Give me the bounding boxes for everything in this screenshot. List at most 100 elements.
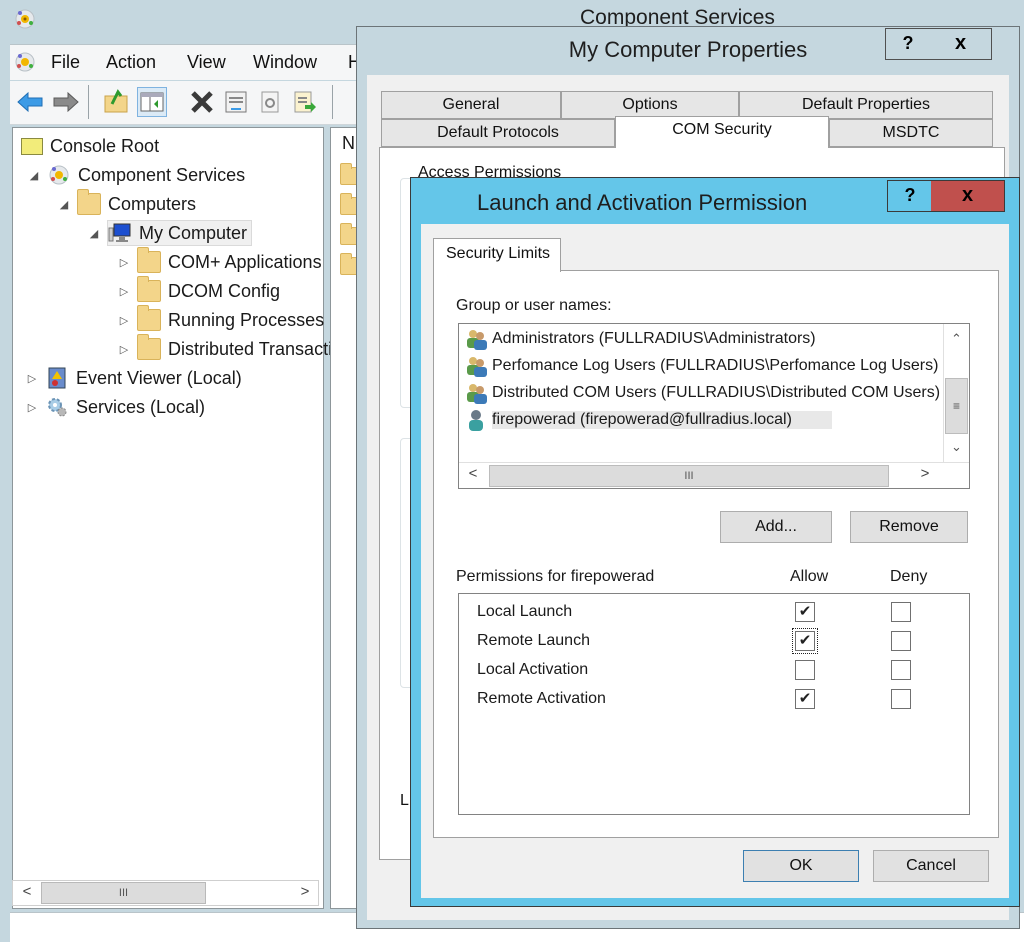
component-services-app-icon bbox=[15, 9, 35, 29]
folder-icon bbox=[137, 334, 161, 360]
deny-checkbox-local-launch[interactable] bbox=[891, 602, 911, 622]
console-root-folder-icon bbox=[21, 137, 43, 155]
scroll-thumb[interactable]: III bbox=[41, 882, 206, 904]
deny-checkbox-local-activation[interactable] bbox=[891, 660, 911, 680]
remove-button[interactable]: Remove bbox=[850, 511, 968, 543]
tab-options[interactable]: Options bbox=[561, 91, 739, 119]
allow-checkbox-local-launch[interactable]: ✔ bbox=[795, 602, 815, 622]
deny-checkbox-remote-launch[interactable] bbox=[891, 631, 911, 651]
list-column-header-name[interactable]: N bbox=[342, 133, 355, 154]
tree-item-label: Event Viewer (Local) bbox=[76, 367, 242, 388]
user-list-vertical-scrollbar[interactable]: ⌃ ≡ ⌄ bbox=[943, 324, 969, 462]
tree-item-services[interactable]: ▷ Services (Local) bbox=[25, 394, 205, 420]
cancel-button[interactable]: Cancel bbox=[873, 850, 989, 882]
user-list-item-selected[interactable]: firepowerad (firepowerad@fullradius.loca… bbox=[465, 407, 943, 433]
permission-row-remote-launch: Remote Launch bbox=[477, 632, 590, 649]
expanded-triangle-icon[interactable]: ◢ bbox=[57, 198, 71, 211]
component-services-menu-icon[interactable] bbox=[14, 51, 36, 73]
permissions-for-label: Permissions for firepowerad bbox=[456, 568, 655, 585]
up-folder-icon[interactable] bbox=[102, 88, 130, 116]
tree-item-console-root[interactable]: Console Root bbox=[21, 133, 159, 159]
add-button[interactable]: Add... bbox=[720, 511, 832, 543]
user-list-item[interactable]: Distributed COM Users (FULLRADIUS\Distri… bbox=[465, 380, 943, 406]
show-hide-console-tree-icon[interactable] bbox=[137, 87, 167, 117]
tree-item-event-viewer[interactable]: ▷ Event Viewer (Local) bbox=[25, 365, 242, 391]
computer-icon bbox=[108, 223, 131, 242]
scroll-left-icon[interactable]: < bbox=[15, 883, 39, 903]
selected-node[interactable]: My Computer bbox=[107, 220, 253, 246]
menu-action[interactable]: Action bbox=[106, 52, 156, 73]
tab-com-security[interactable]: COM Security bbox=[615, 116, 829, 148]
expanded-triangle-icon[interactable]: ◢ bbox=[27, 169, 41, 182]
close-button[interactable]: x bbox=[931, 180, 1005, 212]
scroll-thumb[interactable]: III bbox=[489, 465, 889, 487]
group-or-user-names-label: Group or user names: bbox=[456, 297, 612, 314]
permissions-list: Local Launch ✔ Remote Launch ✔ Local Act… bbox=[458, 593, 970, 815]
ok-button[interactable]: OK bbox=[743, 850, 859, 882]
scroll-right-icon[interactable]: > bbox=[293, 883, 317, 903]
deny-column-label: Deny bbox=[890, 568, 928, 585]
allow-column-label: Allow bbox=[790, 568, 829, 585]
user-name: firepowerad (firepowerad@fullradius.loca… bbox=[492, 411, 832, 429]
collapsed-triangle-icon[interactable]: ▷ bbox=[25, 372, 39, 385]
delete-icon[interactable] bbox=[188, 88, 216, 116]
close-button[interactable]: x bbox=[930, 28, 992, 60]
permission-row-remote-activation: Remote Activation bbox=[477, 690, 606, 707]
scroll-right-icon[interactable]: > bbox=[913, 465, 937, 487]
tree-item-label: COM+ Applications bbox=[168, 251, 322, 272]
tab-security-limits[interactable]: Security Limits bbox=[433, 238, 561, 272]
user-list-item[interactable]: Perfomance Log Users (FULLRADIUS\Perfoma… bbox=[465, 353, 943, 379]
tree-item-com-applications[interactable]: ▷ COM+ Applications bbox=[117, 247, 322, 275]
group-icon bbox=[467, 330, 487, 350]
collapsed-triangle-icon[interactable]: ▷ bbox=[117, 343, 131, 356]
console-tree[interactable]: Console Root ◢ Component Services ◢ Comp… bbox=[12, 127, 451, 909]
export-list-icon[interactable] bbox=[290, 88, 318, 116]
tree-item-computers[interactable]: ◢ Computers bbox=[57, 189, 196, 217]
user-list-item[interactable]: Administrators (FULLRADIUS\Administrator… bbox=[465, 326, 943, 352]
menu-window[interactable]: Window bbox=[253, 52, 317, 73]
tree-item-running-processes[interactable]: ▷ Running Processes bbox=[117, 305, 324, 333]
user-list[interactable]: Administrators (FULLRADIUS\Administrator… bbox=[458, 323, 970, 489]
tree-item-dcom-config[interactable]: ▷ DCOM Config bbox=[117, 276, 280, 304]
component-services-icon bbox=[49, 165, 69, 185]
toolbar bbox=[10, 81, 410, 125]
forward-arrow-icon[interactable] bbox=[52, 88, 80, 116]
back-arrow-icon[interactable] bbox=[16, 88, 44, 116]
tree-item-label: Component Services bbox=[78, 164, 246, 185]
user-icon bbox=[469, 410, 483, 431]
collapsed-triangle-icon[interactable]: ▷ bbox=[117, 314, 131, 327]
collapsed-triangle-icon[interactable]: ▷ bbox=[117, 256, 131, 269]
scroll-up-icon[interactable]: ⌃ bbox=[944, 326, 969, 352]
menu-view[interactable]: View bbox=[187, 52, 226, 73]
menu-file[interactable]: File bbox=[51, 52, 80, 73]
toolbar-separator bbox=[88, 85, 89, 119]
scroll-thumb[interactable]: ≡ bbox=[945, 378, 968, 434]
tree-item-component-services[interactable]: ◢ Component Services bbox=[27, 162, 245, 188]
tree-item-my-computer[interactable]: ◢ My Computer bbox=[87, 220, 253, 246]
folder-icon bbox=[137, 305, 161, 331]
refresh-icon[interactable] bbox=[256, 88, 284, 116]
allow-checkbox-remote-activation[interactable]: ✔ bbox=[795, 689, 815, 709]
allow-checkbox-local-activation[interactable] bbox=[795, 660, 815, 680]
scroll-left-icon[interactable]: < bbox=[461, 465, 485, 487]
services-gear-icon bbox=[48, 398, 67, 417]
expanded-triangle-icon[interactable]: ◢ bbox=[87, 227, 101, 240]
tree-item-label: Services (Local) bbox=[76, 396, 206, 417]
tree-item-label: My Computer bbox=[139, 222, 248, 243]
properties-icon[interactable] bbox=[222, 88, 250, 116]
tab-general[interactable]: General bbox=[381, 91, 561, 119]
allow-checkbox-remote-launch[interactable]: ✔ bbox=[792, 628, 818, 654]
collapsed-triangle-icon[interactable]: ▷ bbox=[117, 285, 131, 298]
help-button[interactable]: ? bbox=[885, 28, 931, 60]
tab-default-protocols[interactable]: Default Protocols bbox=[381, 119, 615, 147]
tab-default-properties[interactable]: Default Properties bbox=[739, 91, 993, 119]
partial-label: L bbox=[400, 792, 409, 809]
help-button[interactable]: ? bbox=[887, 180, 933, 212]
tree-item-label: Console Root bbox=[50, 135, 160, 156]
tree-horizontal-scrollbar[interactable]: < III > bbox=[12, 880, 319, 906]
scroll-down-icon[interactable]: ⌄ bbox=[944, 434, 969, 460]
deny-checkbox-remote-activation[interactable] bbox=[891, 689, 911, 709]
collapsed-triangle-icon[interactable]: ▷ bbox=[25, 401, 39, 414]
tab-msdtc[interactable]: MSDTC bbox=[829, 119, 993, 147]
user-list-horizontal-scrollbar[interactable]: < III > bbox=[459, 462, 969, 488]
